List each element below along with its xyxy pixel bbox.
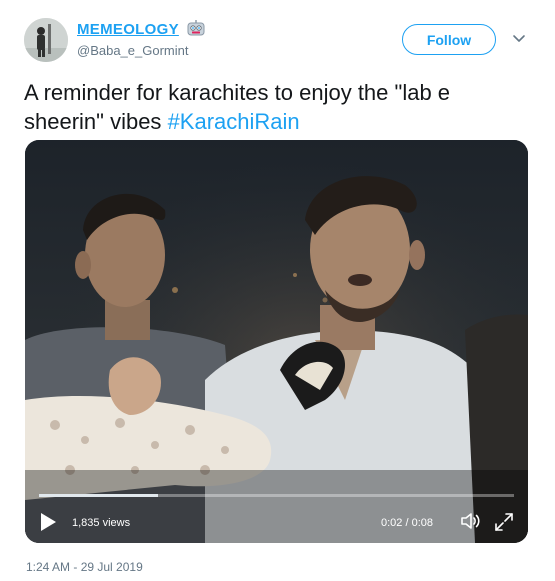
play-icon[interactable] <box>39 512 57 532</box>
video-progress-fill <box>39 494 158 497</box>
video-player[interactable]: 1,835 views 0:02 / 0:08 <box>25 140 528 543</box>
video-time: 0:02 / 0:08 <box>381 517 433 529</box>
volume-icon[interactable] <box>459 510 481 532</box>
hashtag-link[interactable]: #KarachiRain <box>168 109 300 134</box>
view-count: 1,835 views <box>72 517 131 529</box>
tweet-timestamp[interactable]: 1:24 AM - 29 Jul 2019 <box>26 560 143 574</box>
author-block: MEMEOLOGY @Baba_e_Gormint <box>77 20 205 58</box>
chevron-down-icon[interactable] <box>512 34 526 44</box>
handle[interactable]: @Baba_e_Gormint <box>77 43 205 58</box>
tweet-text: A reminder for karachites to enjoy the "… <box>24 78 534 136</box>
robot-face-icon <box>187 20 205 36</box>
tweet-header: MEMEOLOGY @Baba_e_Gormint Follow <box>0 0 555 70</box>
video-frame <box>25 140 528 543</box>
display-name[interactable]: MEMEOLOGY <box>77 21 179 38</box>
video-progress-bar[interactable] <box>39 494 514 497</box>
fullscreen-icon[interactable] <box>493 511 515 533</box>
follow-button[interactable]: Follow <box>402 24 496 55</box>
avatar[interactable] <box>24 18 68 62</box>
